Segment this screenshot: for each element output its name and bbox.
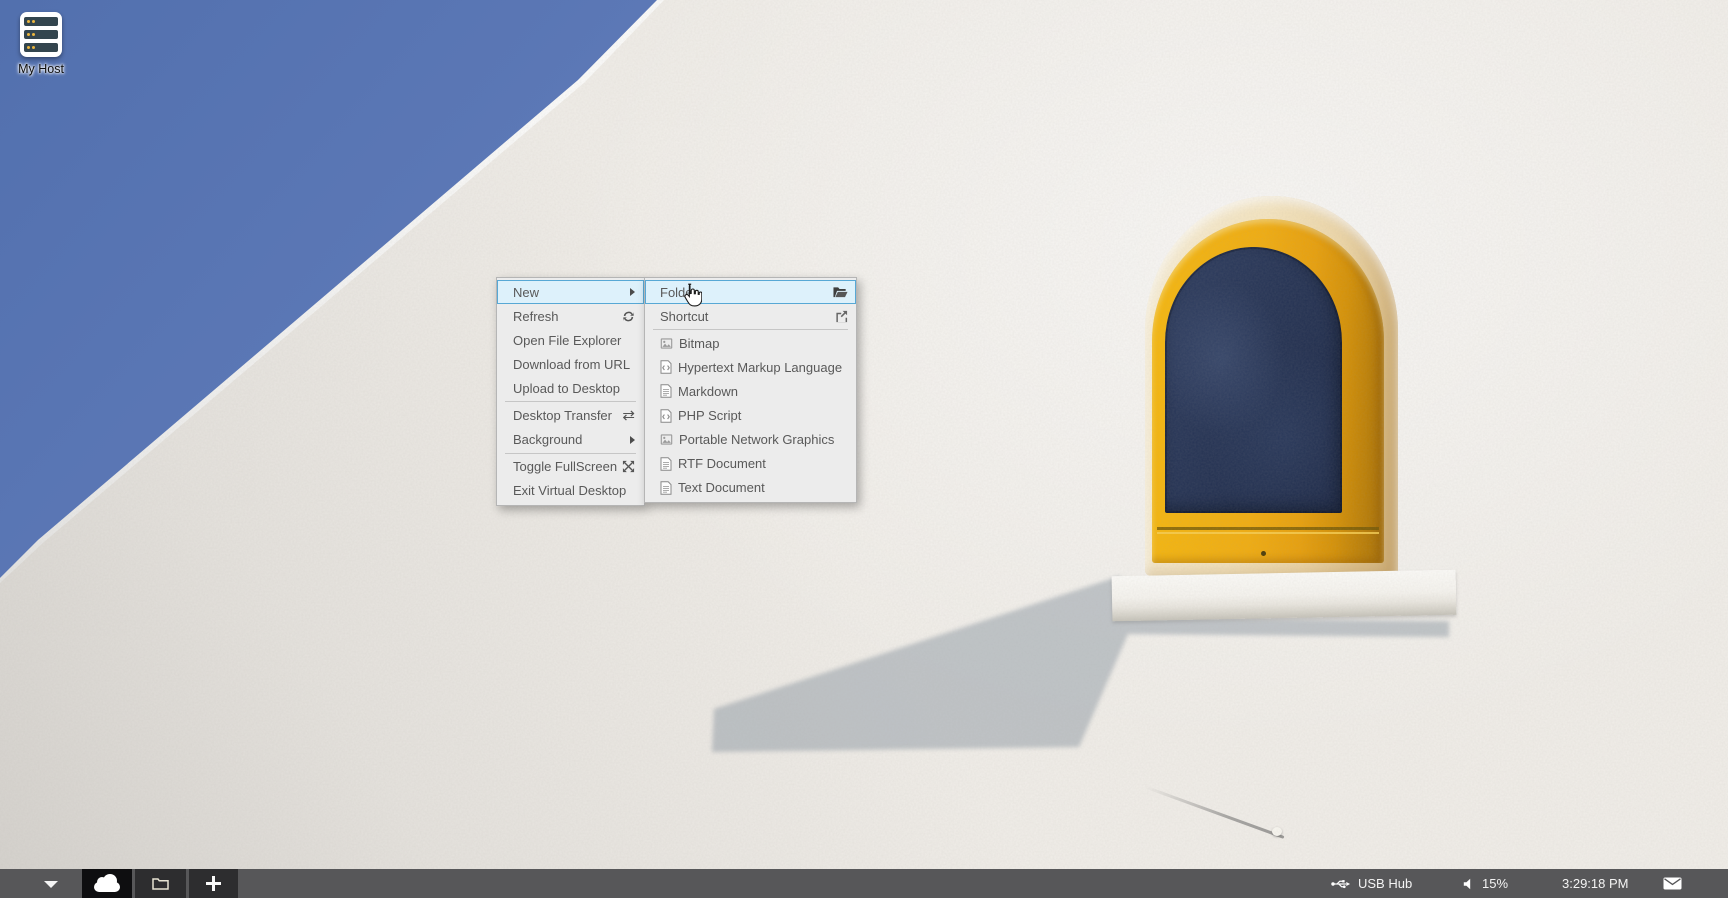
refresh-icon — [622, 310, 635, 323]
mail-icon — [1663, 877, 1682, 890]
window-cast-shadow-wrap — [0, 0, 1728, 898]
volume-level: 15% — [1482, 876, 1508, 891]
image-file-icon — [660, 433, 673, 446]
submenu-item-markdown[interactable]: Markdown — [645, 379, 856, 403]
submenu-item-shortcut[interactable]: Shortcut — [645, 304, 856, 328]
cloud-connection-button[interactable] — [82, 869, 132, 898]
submenu-arrow-icon — [630, 288, 635, 296]
cloud-icon — [94, 882, 120, 892]
code-file-icon — [660, 409, 672, 423]
window-cast-shadow — [0, 0, 1728, 898]
desktop-icon-label: My Host — [8, 62, 74, 76]
mail-tray-item[interactable] — [1663, 869, 1682, 898]
collapse-taskbar-icon[interactable] — [44, 881, 58, 888]
menu-item-desktop-transfer[interactable]: Desktop Transfer ⇄ — [497, 403, 644, 427]
desktop-icon-my-host[interactable]: My Host — [8, 12, 74, 76]
volume-tray-item[interactable]: 15% — [1463, 869, 1508, 898]
submenu-item-rtf-document[interactable]: RTF Document — [645, 452, 856, 476]
add-new-button[interactable] — [189, 869, 238, 898]
usb-hub-tray-item[interactable]: USB Hub — [1331, 869, 1412, 898]
window-glass — [1165, 247, 1342, 513]
menu-separator — [653, 329, 848, 330]
desktop-context-menu: New Refresh Open File Explorer Download … — [496, 277, 645, 506]
submenu-arrow-icon — [630, 436, 635, 444]
usb-hub-label: USB Hub — [1358, 876, 1412, 891]
image-file-icon — [660, 337, 673, 350]
code-file-icon — [660, 360, 672, 374]
menu-item-upload-to-desktop[interactable]: Upload to Desktop — [497, 376, 644, 400]
menu-item-new[interactable]: New — [497, 280, 644, 304]
plus-icon — [206, 876, 221, 891]
menu-item-background[interactable]: Background — [497, 428, 644, 452]
text-file-icon — [660, 481, 672, 495]
submenu-item-bitmap[interactable]: Bitmap — [645, 331, 856, 355]
transfer-arrows-icon: ⇄ — [622, 408, 635, 423]
menu-item-toggle-fullscreen[interactable]: Toggle FullScreen — [497, 455, 644, 479]
fullscreen-icon — [622, 460, 635, 473]
submenu-item-png[interactable]: Portable Network Graphics — [645, 428, 856, 452]
window-knob-dot — [1261, 551, 1266, 556]
submenu-item-text-document[interactable]: Text Document — [645, 476, 856, 500]
server-bar — [24, 43, 58, 52]
menu-item-exit-virtual-desktop[interactable]: Exit Virtual Desktop — [497, 479, 644, 503]
window-sill-groove-light — [1157, 532, 1379, 534]
menu-separator — [505, 401, 636, 402]
clock[interactable]: 3:29:18 PM — [1562, 869, 1629, 898]
server-icon — [20, 12, 62, 57]
submenu-item-php-script[interactable]: PHP Script — [645, 403, 856, 427]
external-link-icon — [835, 310, 848, 323]
window-sill-groove — [1157, 527, 1379, 530]
new-submenu: Folder Shortcut Bitmap Hypertext Markup … — [644, 277, 857, 503]
folder-icon — [152, 877, 169, 890]
server-bar — [24, 30, 58, 39]
text-file-icon — [660, 457, 672, 471]
usb-icon — [1331, 878, 1351, 890]
server-bar — [24, 17, 58, 26]
menu-item-open-file-explorer[interactable]: Open File Explorer — [497, 328, 644, 352]
menu-item-download-from-url[interactable]: Download from URL — [497, 352, 644, 376]
submenu-item-folder[interactable]: Folder — [645, 280, 856, 304]
submenu-item-html[interactable]: Hypertext Markup Language — [645, 355, 856, 379]
file-explorer-button[interactable] — [135, 869, 186, 898]
text-file-icon — [660, 384, 672, 398]
clock-time: 3:29:18 PM — [1562, 876, 1629, 891]
virtual-desktop[interactable]: My Host New Refresh Open File Explorer D… — [0, 0, 1728, 898]
speaker-icon — [1463, 878, 1475, 890]
menu-separator — [505, 453, 636, 454]
menu-item-refresh[interactable]: Refresh — [497, 304, 644, 328]
window-stone-ledge — [1112, 570, 1457, 622]
pipe-stub — [1272, 827, 1282, 836]
open-folder-icon — [833, 286, 848, 298]
taskbar: USB Hub 15% 3:29:18 PM — [0, 869, 1728, 898]
